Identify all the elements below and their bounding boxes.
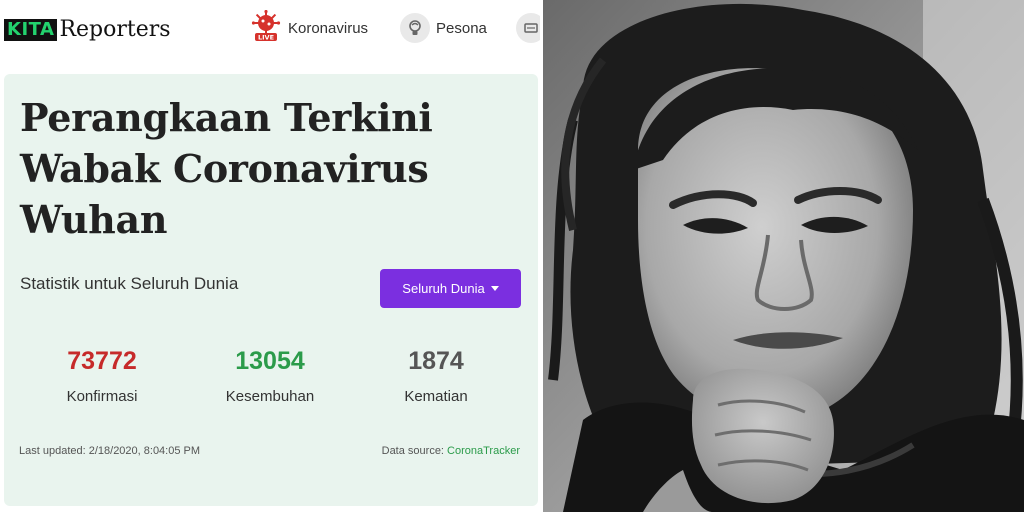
stat-deaths: 1874 Kematian bbox=[356, 346, 516, 405]
region-dropdown-button[interactable]: Seluruh Dunia bbox=[380, 269, 521, 308]
nav-item-pesona[interactable]: Pesona bbox=[400, 12, 487, 44]
nav-item-koronavirus[interactable]: LIVE Koronavirus bbox=[250, 9, 369, 47]
site-logo[interactable]: KITA Reporters bbox=[4, 17, 171, 43]
nav-item-more[interactable] bbox=[516, 12, 540, 44]
logo-reporters-text: Reporters bbox=[59, 17, 171, 42]
page-title: Perangkaan Terkini Wabak Coronavirus Wuh… bbox=[20, 92, 440, 245]
hand bbox=[691, 368, 834, 504]
nav-label-koronavirus: Koronavirus bbox=[288, 19, 369, 37]
site-header: KITA Reporters LIVE Koronavirus Pesona bbox=[0, 0, 540, 60]
logo-kita-text: KITA bbox=[4, 19, 58, 41]
stat-confirmed: 73772 Konfirmasi bbox=[22, 346, 182, 405]
caret-down-icon bbox=[490, 286, 499, 291]
corona-stats-card: Perangkaan Terkini Wabak Coronavirus Wuh… bbox=[4, 74, 538, 506]
virus-live-icon: LIVE bbox=[250, 9, 282, 47]
recovered-count: 13054 bbox=[235, 347, 305, 375]
title-line-2: Wabak Coronavirus bbox=[20, 146, 429, 191]
recovered-label: Kesembuhan bbox=[225, 388, 315, 405]
stats-scope-text: Statistik untuk Seluruh Dunia bbox=[20, 274, 239, 293]
stat-recovered: 13054 Kesembuhan bbox=[190, 346, 350, 405]
title-line-3: Wuhan bbox=[20, 197, 168, 242]
last-updated-text: Last updated: 2/18/2020, 8:04:05 PM bbox=[19, 445, 201, 457]
deaths-label: Kematian bbox=[404, 388, 468, 405]
menu-icon bbox=[516, 13, 540, 43]
pesona-icon bbox=[400, 13, 430, 43]
portrait-illustration bbox=[543, 0, 1024, 512]
data-source-prefix: Data source: bbox=[381, 445, 448, 457]
deaths-count: 1874 bbox=[408, 347, 464, 375]
live-badge: LIVE bbox=[258, 33, 274, 41]
region-dropdown-label: Seluruh Dunia bbox=[402, 281, 485, 296]
confirmed-count: 73772 bbox=[67, 347, 137, 375]
confirmed-label: Konfirmasi bbox=[66, 388, 138, 405]
portrait-photo bbox=[543, 0, 1024, 512]
data-source: Data source: CoronaTracker bbox=[382, 445, 520, 457]
data-source-link[interactable]: CoronaTracker bbox=[447, 445, 520, 457]
nav-label-pesona: Pesona bbox=[436, 19, 487, 37]
news-page-panel: KITA Reporters LIVE Koronavirus Pesona P… bbox=[0, 0, 540, 512]
title-line-1: Perangkaan Terkini bbox=[20, 95, 433, 140]
